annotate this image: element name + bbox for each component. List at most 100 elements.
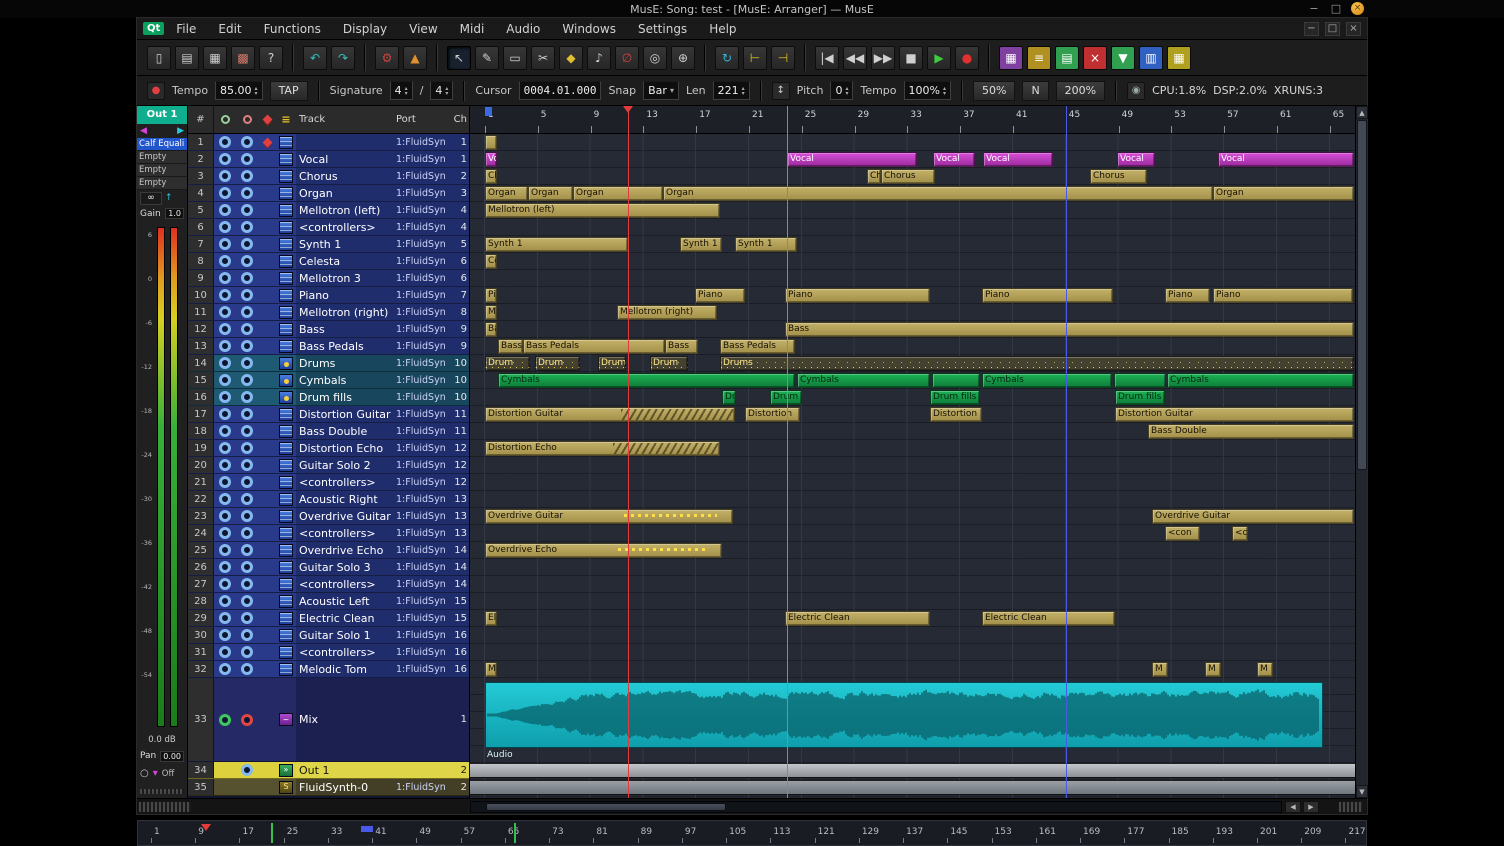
zoom-out-button[interactable]: 50% bbox=[973, 81, 1015, 101]
click-indicator-icon[interactable]: ● bbox=[147, 82, 165, 100]
len-spinbox[interactable]: 221▴▾ bbox=[713, 81, 750, 100]
mute-button[interactable] bbox=[236, 134, 258, 150]
arranger-part[interactable]: Piano bbox=[695, 288, 745, 303]
arranger-part[interactable]: M bbox=[1205, 662, 1221, 677]
len-spin-buttons[interactable]: ▴▾ bbox=[742, 86, 745, 96]
mixer-strip-name[interactable]: Out 1 bbox=[137, 106, 187, 124]
arranger-part[interactable]: Bass Pedals bbox=[523, 339, 665, 354]
record-arm-button[interactable] bbox=[214, 661, 236, 677]
loop-button[interactable]: ↻ bbox=[715, 46, 739, 70]
mute-button[interactable] bbox=[236, 304, 258, 320]
panel-grip[interactable] bbox=[139, 802, 191, 812]
mute-button[interactable] bbox=[236, 474, 258, 490]
arranger-part[interactable]: El bbox=[485, 611, 497, 626]
track-row-20[interactable]: 20Guitar Solo 21:FluidSyn12 bbox=[188, 457, 469, 474]
arranger-part[interactable]: Bass bbox=[498, 339, 523, 354]
header-mute-column[interactable] bbox=[236, 106, 258, 133]
mute-button[interactable] bbox=[236, 525, 258, 541]
zoom-in-button[interactable]: 200% bbox=[1056, 81, 1105, 101]
mute-button[interactable] bbox=[236, 185, 258, 201]
record-arm-button[interactable] bbox=[214, 491, 236, 507]
track-row-23[interactable]: 23Overdrive Guitar1:FluidSyn13 bbox=[188, 508, 469, 525]
track-row-21[interactable]: 21<controllers>1:FluidSyn12 bbox=[188, 474, 469, 491]
marker-view-button[interactable]: ▼ bbox=[1111, 46, 1135, 70]
record-arm-button[interactable] bbox=[214, 406, 236, 422]
song-settings-button[interactable]: ⚙ bbox=[375, 46, 399, 70]
eraser-tool[interactable]: ▭ bbox=[503, 46, 527, 70]
arranger-part[interactable]: Overdrive Echo bbox=[485, 543, 722, 558]
skip-start-button[interactable]: |◀ bbox=[815, 46, 839, 70]
track-row-14[interactable]: 14Drums1:FluidSyn10 bbox=[188, 355, 469, 372]
arranger-part[interactable]: Drums bbox=[720, 356, 1354, 371]
mixer-view-button[interactable]: ▥ bbox=[1139, 46, 1163, 70]
arranger-part[interactable]: Chorus bbox=[881, 169, 935, 184]
window-close-button[interactable]: × bbox=[1351, 2, 1364, 15]
arranger-part[interactable]: Organ bbox=[1213, 186, 1354, 201]
pianoroll-button[interactable]: ▦ bbox=[999, 46, 1023, 70]
arranger-part[interactable]: M bbox=[1152, 662, 1168, 677]
arranger-part[interactable]: Cymbals bbox=[982, 373, 1112, 388]
record-arm-button[interactable] bbox=[214, 457, 236, 473]
master-track-button[interactable]: ▦ bbox=[1167, 46, 1191, 70]
arranger-part[interactable]: Synth 1 bbox=[485, 237, 628, 252]
mute-button[interactable] bbox=[236, 661, 258, 677]
window-minimize-button[interactable]: − bbox=[1307, 2, 1321, 15]
mute-button[interactable] bbox=[236, 678, 258, 761]
mute-button[interactable] bbox=[236, 576, 258, 592]
pointer-tool[interactable]: ↖ bbox=[447, 46, 471, 70]
header-number[interactable]: # bbox=[188, 106, 214, 133]
undo-button[interactable]: ↶ bbox=[303, 46, 327, 70]
arranger-part[interactable]: Bass Double bbox=[1148, 424, 1354, 439]
track-row-18[interactable]: 18Bass Double1:FluidSyn11 bbox=[188, 423, 469, 440]
cutter-tool[interactable]: ✂ bbox=[531, 46, 555, 70]
sig-den-spin-buttons[interactable]: ▴▾ bbox=[445, 86, 448, 96]
track-row-31[interactable]: 31<controllers>1:FluidSyn16 bbox=[188, 644, 469, 661]
new-song-button[interactable]: ▯ bbox=[147, 46, 171, 70]
mute-button[interactable] bbox=[236, 287, 258, 303]
pan-tool[interactable]: ⊕ bbox=[671, 46, 695, 70]
effect-slot-2[interactable]: Empty bbox=[137, 151, 187, 164]
track-row-24[interactable]: 24<controllers>1:FluidSyn13 bbox=[188, 525, 469, 542]
header-record-column[interactable] bbox=[214, 106, 236, 133]
tempo-scale-spin-buttons[interactable]: ▴▾ bbox=[943, 86, 946, 96]
mute-button[interactable] bbox=[236, 355, 258, 371]
record-arm-button[interactable] bbox=[214, 270, 236, 286]
gain-value[interactable]: 1.0 bbox=[165, 208, 184, 219]
arranger-part[interactable] bbox=[485, 135, 497, 150]
menu-help[interactable]: Help bbox=[709, 22, 736, 36]
arranger-part[interactable]: Drum fills bbox=[1115, 390, 1165, 405]
arranger-part[interactable]: Ce bbox=[485, 254, 497, 269]
arranger-part[interactable]: Bass Pedals bbox=[720, 339, 795, 354]
track-row-9[interactable]: 9Mellotron 31:FluidSyn6 bbox=[188, 270, 469, 287]
arranger-part[interactable]: Vo bbox=[485, 152, 497, 167]
song-start-marker[interactable] bbox=[485, 107, 492, 116]
arranger-part[interactable] bbox=[932, 373, 980, 388]
record-arm-button[interactable] bbox=[214, 287, 236, 303]
record-arm-button[interactable] bbox=[214, 304, 236, 320]
output-route-icon[interactable]: ▶ bbox=[177, 126, 184, 136]
record-arm-button[interactable] bbox=[214, 202, 236, 218]
scroll-down-button[interactable]: ▼ bbox=[1356, 785, 1368, 798]
arranger-part[interactable]: Bass bbox=[785, 322, 1354, 337]
strip-grip[interactable] bbox=[140, 789, 184, 794]
menu-functions[interactable]: Functions bbox=[264, 22, 321, 36]
mute-button[interactable] bbox=[236, 423, 258, 439]
track-row-19[interactable]: 19Distortion Echo1:FluidSyn12 bbox=[188, 440, 469, 457]
arranger-part[interactable]: Vocal bbox=[1218, 152, 1354, 167]
arranger-part[interactable]: Cymbals bbox=[1167, 373, 1354, 388]
record-arm-button[interactable] bbox=[214, 219, 236, 235]
arranger-part[interactable]: Piano bbox=[1165, 288, 1210, 303]
arranger-part[interactable]: Ba bbox=[485, 322, 497, 337]
record-arm-button[interactable] bbox=[214, 644, 236, 660]
record-arm-button[interactable] bbox=[214, 779, 236, 795]
mute-button[interactable] bbox=[236, 457, 258, 473]
arranger-part[interactable]: Organ bbox=[528, 186, 573, 201]
output-track-lane[interactable] bbox=[470, 763, 1355, 778]
synth-track-lane[interactable] bbox=[470, 780, 1355, 795]
arranger-part[interactable]: Distortion Guitar bbox=[485, 407, 735, 422]
pre-fader-icon[interactable]: ↑ bbox=[165, 193, 173, 203]
mute-button[interactable] bbox=[236, 219, 258, 235]
record-arm-button[interactable] bbox=[214, 372, 236, 388]
arranger-part[interactable]: Distortion Echo bbox=[485, 441, 720, 456]
arranger-part[interactable]: Me bbox=[485, 662, 497, 677]
